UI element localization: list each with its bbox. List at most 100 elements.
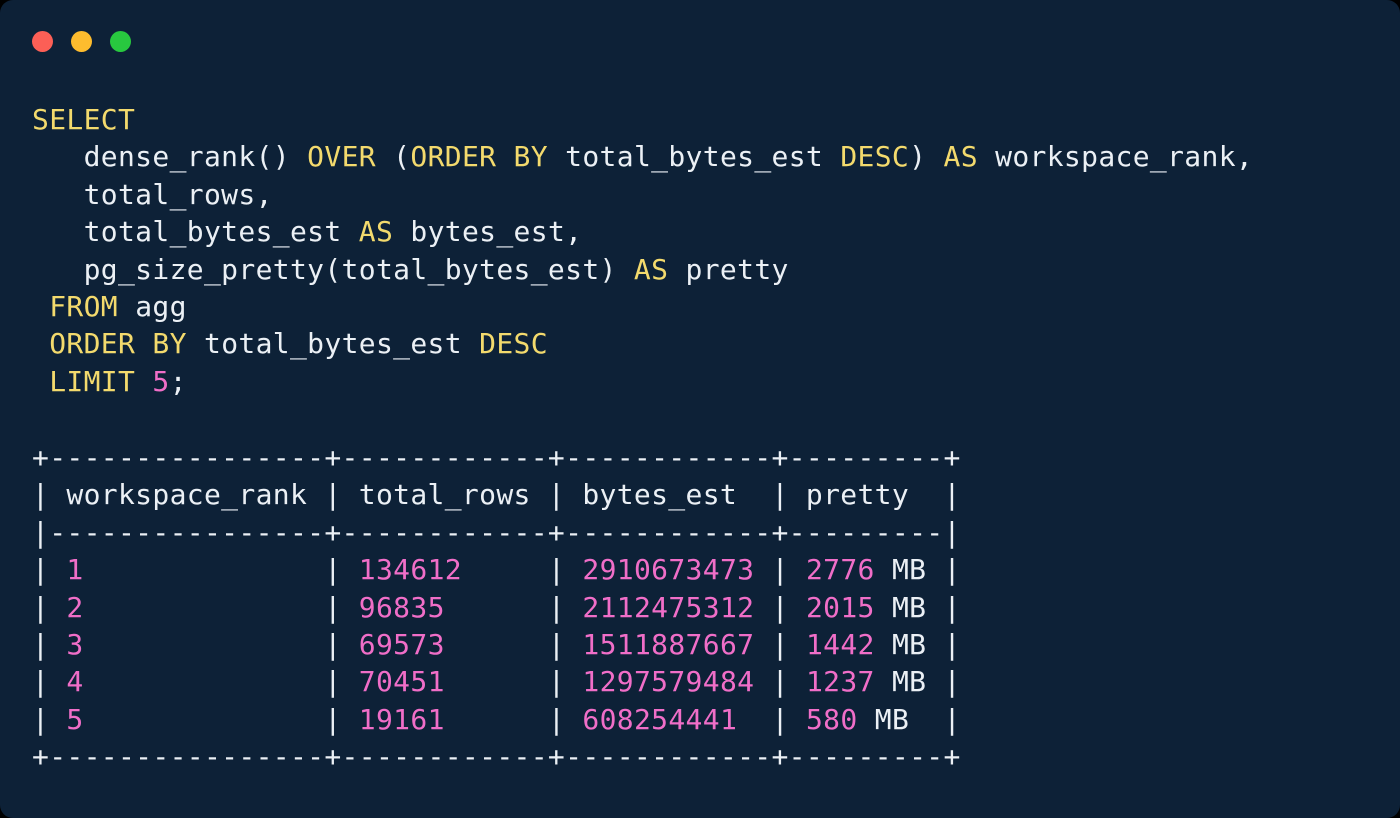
pipe: | [32,591,49,624]
sql-query: SELECT dense_rank() OVER (ORDER BY total… [32,101,1253,400]
pipe: | [944,665,961,698]
sql-token: ) [909,140,943,173]
cell-number: 2112475312 [582,591,754,624]
table-row: | 5 | 19161 | 608254441 | 580 MB | [32,701,961,738]
close-button[interactable] [32,31,53,52]
pipe: | [772,665,789,698]
sql-token: ( [376,140,410,173]
cell-pad [565,628,582,661]
table-row: | 1 | 134612 | 2910673473 | 2776 MB | [32,551,961,588]
cell-pad [565,591,582,624]
cell-pad [789,703,806,736]
pipe: | [324,553,341,586]
cell-unit [84,591,325,624]
cell-unit: MB [858,703,944,736]
cell-pad [789,591,806,624]
sql-line: pg_size_pretty(total_bytes_est) AS prett… [32,251,1253,288]
cell-pad [342,665,359,698]
sql-line: total_bytes_est AS bytes_est, [32,213,1253,250]
pipe: | [32,628,49,661]
sql-token [135,365,152,398]
separator-text: |----------------+------------+---------… [32,516,961,549]
sql-token [32,290,49,323]
border-text: +----------------+------------+---------… [32,441,961,474]
table-separator: |----------------+------------+---------… [32,514,961,551]
cell-pad [49,628,66,661]
sql-token: SELECT [32,103,135,136]
pipe: | [324,665,341,698]
sql-token: DESC [479,327,548,360]
cell-unit [445,591,548,624]
cell-number: 2015 [806,591,875,624]
cell-number: 69573 [359,628,445,661]
cell-unit [84,553,325,586]
border-text: +----------------+------------+---------… [32,740,961,773]
cell-number: 2776 [806,553,875,586]
cell-unit [445,665,548,698]
sql-token: bytes_est, [393,215,582,248]
titlebar [32,31,131,52]
sql-token [32,365,49,398]
cell-number: 580 [806,703,858,736]
header-text: | workspace_rank | total_rows | bytes_es… [32,478,961,511]
pipe: | [32,553,49,586]
sql-token: total_bytes_est [32,215,359,248]
cell-number: 3 [66,628,83,661]
cell-number: 2 [66,591,83,624]
query-result-table: +----------------+------------+---------… [32,439,961,776]
sql-token: agg [118,290,187,323]
zoom-button[interactable] [110,31,131,52]
pipe: | [548,665,565,698]
sql-token: ORDER BY [410,140,548,173]
sql-line: LIMIT 5; [32,363,1253,400]
cell-number: 1297579484 [582,665,754,698]
cell-pad [342,628,359,661]
cell-pad [49,665,66,698]
cell-unit: MB [875,628,944,661]
sql-token: AS [634,253,668,286]
table-header-row: | workspace_rank | total_rows | bytes_es… [32,476,961,513]
cell-number: 1511887667 [582,628,754,661]
sql-token [32,327,49,360]
cell-unit [754,665,771,698]
pipe: | [772,553,789,586]
cell-unit [84,703,325,736]
cell-number: 96835 [359,591,445,624]
pipe: | [324,703,341,736]
cell-pad [789,665,806,698]
cell-unit [737,703,771,736]
sql-line: total_rows, [32,176,1253,213]
pipe: | [32,703,49,736]
cell-pad [565,553,582,586]
minimize-button[interactable] [71,31,92,52]
sql-token: AS [944,140,978,173]
pipe: | [944,591,961,624]
table-row: | 3 | 69573 | 1511887667 | 1442 MB | [32,626,961,663]
sql-line: SELECT [32,101,1253,138]
cell-pad [342,553,359,586]
cell-unit [754,553,771,586]
cell-number: 70451 [359,665,445,698]
pipe: | [944,553,961,586]
sql-line: dense_rank() OVER (ORDER BY total_bytes_… [32,138,1253,175]
pipe: | [944,628,961,661]
sql-line: ORDER BY total_bytes_est DESC [32,325,1253,362]
sql-token: 5 [152,365,169,398]
pipe: | [32,665,49,698]
cell-number: 134612 [359,553,462,586]
sql-token: ORDER BY [49,327,187,360]
table-row: | 4 | 70451 | 1297579484 | 1237 MB | [32,663,961,700]
table-row: | 2 | 96835 | 2112475312 | 2015 MB | [32,589,961,626]
pipe: | [772,628,789,661]
sql-token: workspace_rank, [978,140,1253,173]
sql-token: LIMIT [49,365,135,398]
cell-pad [565,665,582,698]
cell-unit: MB [875,553,944,586]
sql-token: pg_size_pretty(total_bytes_est) [32,253,634,286]
cell-number: 2910673473 [582,553,754,586]
sql-token: total_bytes_est [548,140,840,173]
cell-number: 5 [66,703,83,736]
pipe: | [944,703,961,736]
sql-token: AS [359,215,393,248]
cell-unit: MB [875,665,944,698]
